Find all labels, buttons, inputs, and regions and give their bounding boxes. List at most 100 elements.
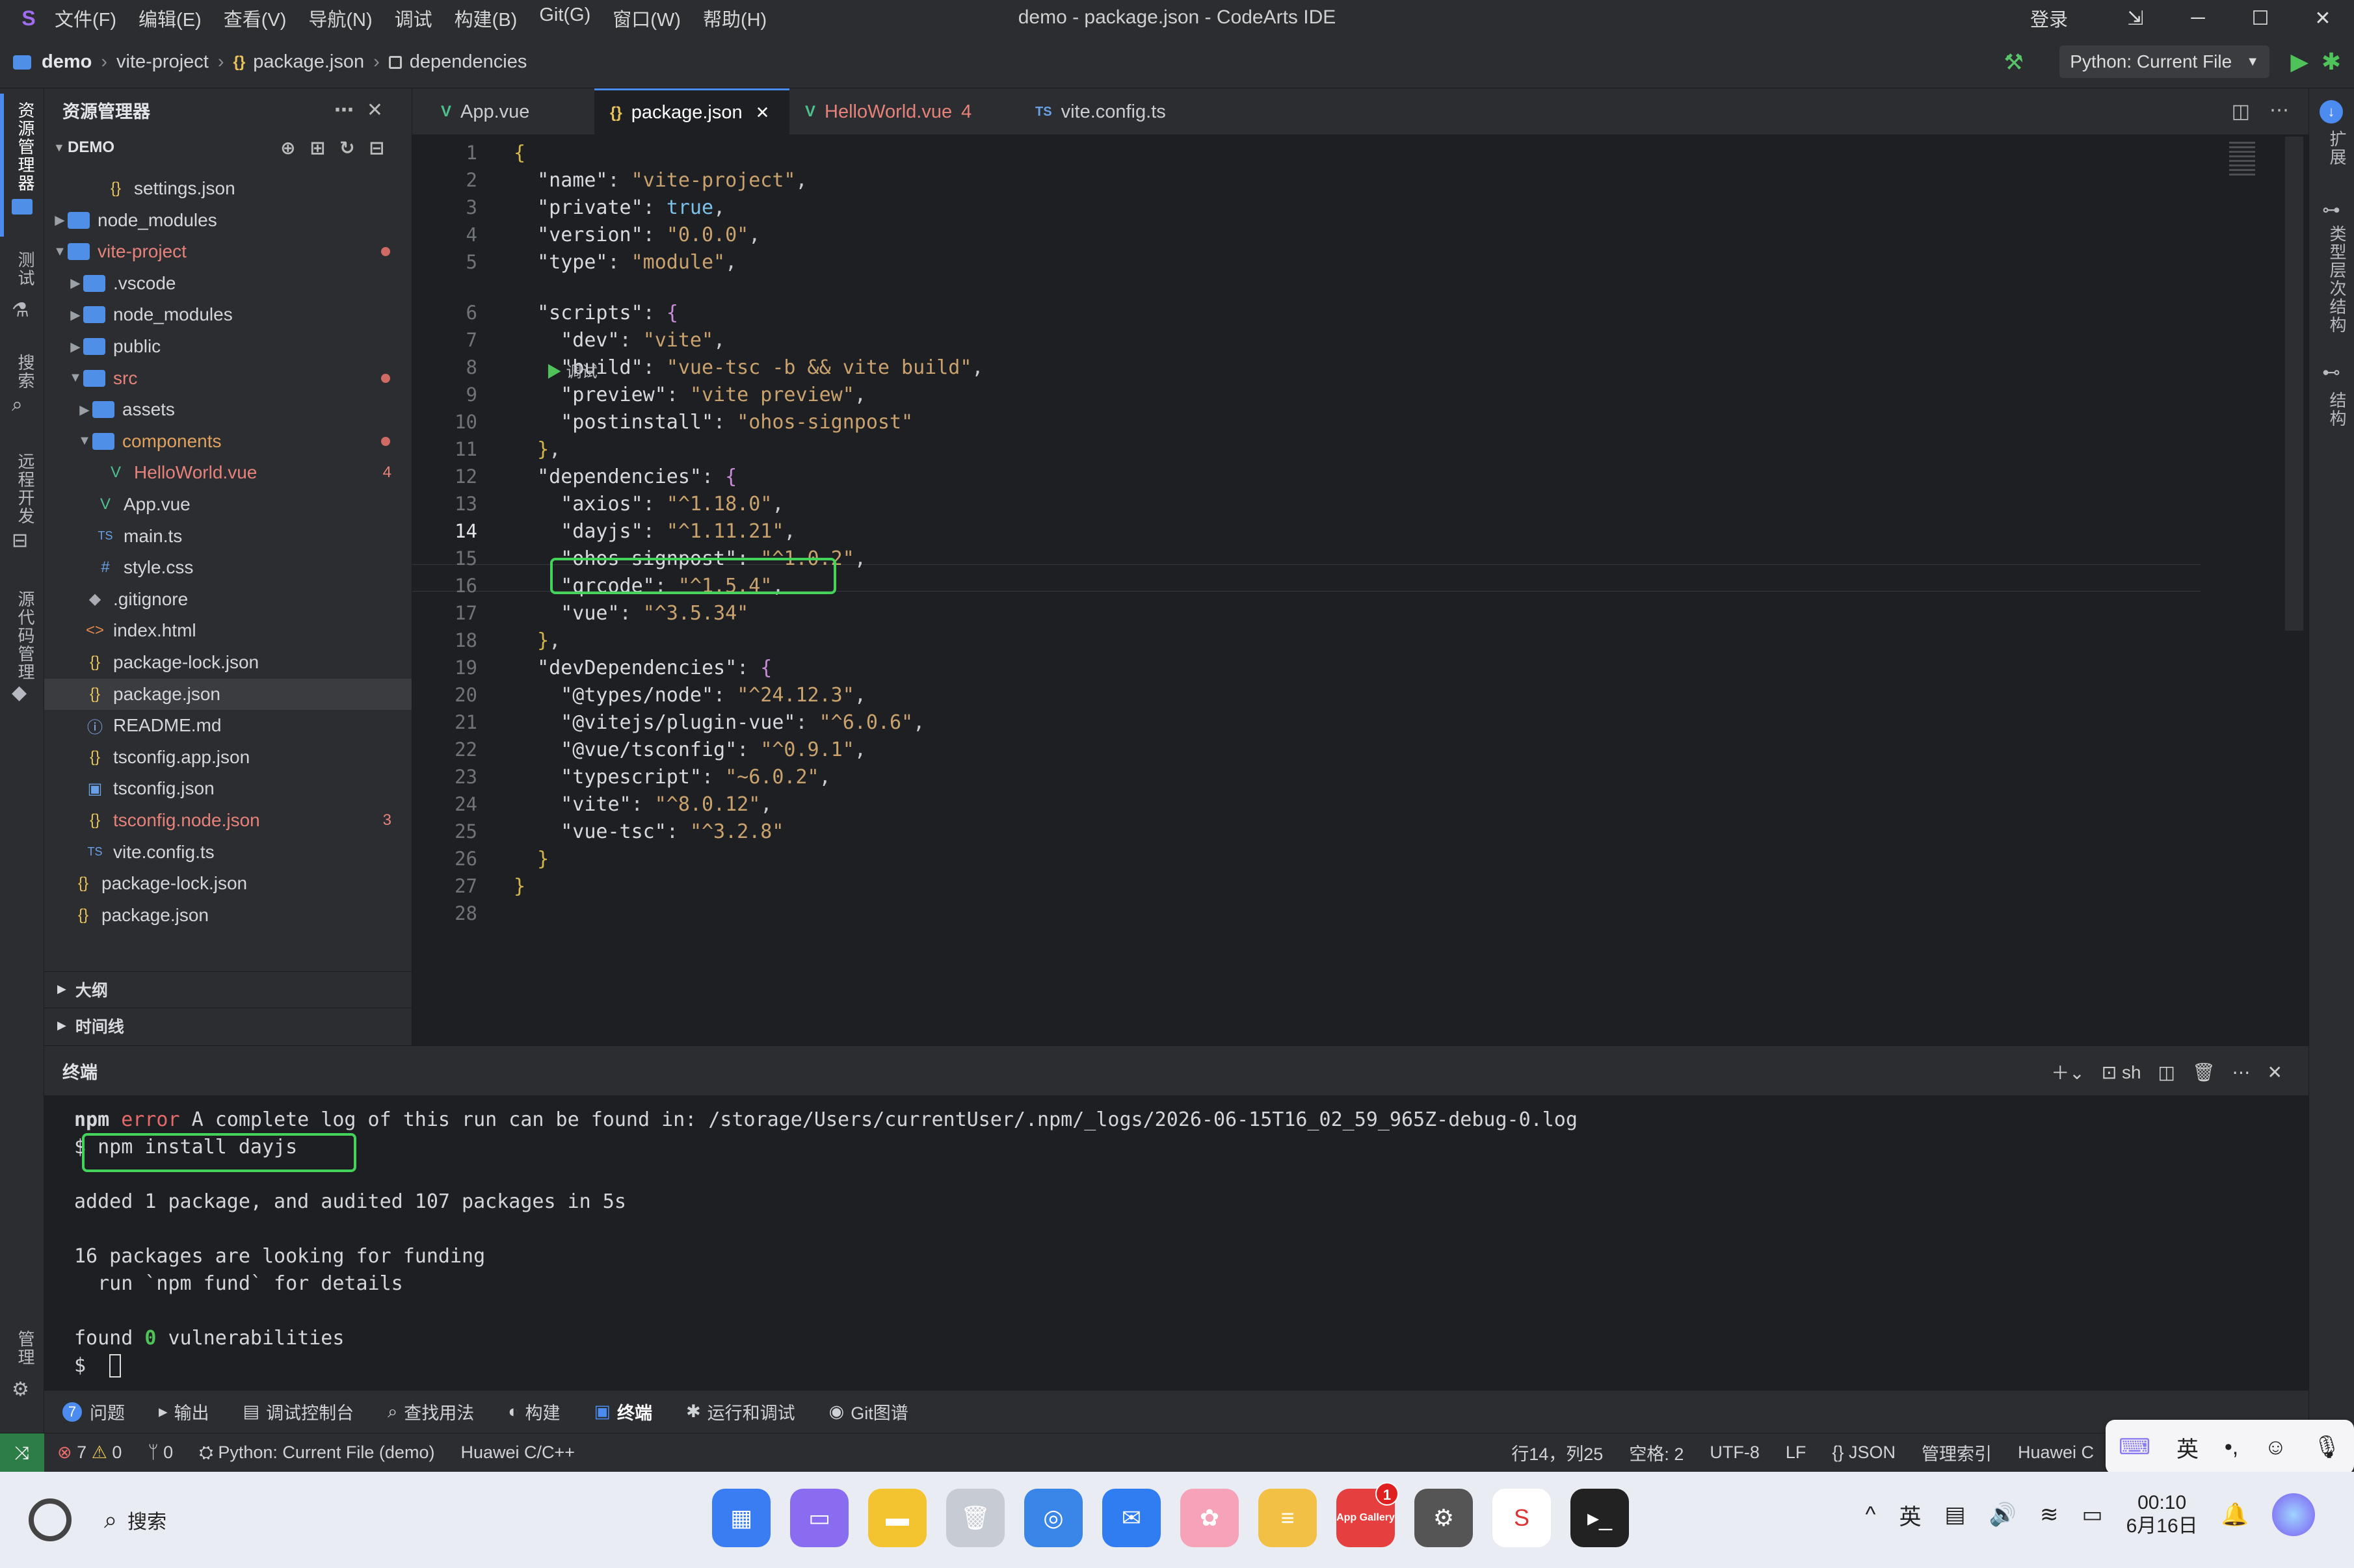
tree-item[interactable]: V HelloWorld.vue 4 xyxy=(44,457,412,488)
right-tab-extensions[interactable]: 扩展 xyxy=(2318,130,2349,166)
activity-remote[interactable]: 远程开发 xyxy=(7,452,38,525)
menu-file[interactable]: 文件(F) xyxy=(55,5,116,32)
activity-explorer[interactable]: 资源管理器 xyxy=(7,101,38,192)
close-panel-icon[interactable]: ✕ xyxy=(2268,1062,2282,1083)
tree-item[interactable]: ▼ vite-project xyxy=(44,236,412,267)
notes-icon[interactable]: ≡ xyxy=(1258,1489,1317,1547)
tab-vite-config[interactable]: TS vite.config.ts xyxy=(1020,88,1215,135)
explorer-actions[interactable]: ⊕⊞↻⊟ xyxy=(280,137,399,159)
menu-help[interactable]: 帮助(H) xyxy=(703,5,767,32)
tab-package-json[interactable]: {} package.json ✕ xyxy=(594,88,789,135)
punctuation-icon[interactable]: •, xyxy=(2225,1435,2238,1460)
panel-tab-git-graph[interactable]: ◉ Git图谱 xyxy=(829,1399,908,1424)
tree-item[interactable]: ◆ .gitignore xyxy=(44,584,412,615)
chevron-right-icon[interactable]: ▶ xyxy=(77,402,92,418)
emoji-icon[interactable]: ☺ xyxy=(2264,1435,2287,1460)
activity-scm[interactable]: 源代码管理 xyxy=(7,590,38,681)
menu-view[interactable]: 查看(V) xyxy=(224,5,287,32)
gear-icon[interactable]: ⚙ xyxy=(12,1378,29,1401)
indentation[interactable]: 空格: 2 xyxy=(1629,1440,1684,1465)
app-launcher-icon[interactable]: ▦ xyxy=(712,1489,771,1547)
activity-search[interactable]: 搜索 xyxy=(7,354,38,390)
tree-item[interactable]: {} package-lock.json xyxy=(44,868,412,899)
code-editor[interactable]: 1 {2 "name": "vite-project", 3 "private": … xyxy=(412,137,2308,995)
tree-item[interactable]: ▶ .vscode xyxy=(44,268,412,299)
run-config-status[interactable]: ⛭ Python: Current File (demo) xyxy=(199,1443,434,1463)
language-server-status[interactable]: Huawei C/C++ xyxy=(460,1443,575,1463)
breadcrumb-folder[interactable]: vite-project xyxy=(116,51,209,73)
split-editor-icon[interactable]: ◫ xyxy=(2232,100,2250,123)
taskbar-search[interactable]: 搜索 xyxy=(127,1506,166,1534)
terminal-app-icon[interactable]: ▸_ xyxy=(1570,1489,1629,1547)
debug-codelens[interactable]: ▶ 调试 xyxy=(546,359,598,382)
tab-app-vue[interactable]: V App.vue xyxy=(425,88,594,135)
ime-language-toggle[interactable]: 英 xyxy=(2176,1431,2199,1463)
line-ending[interactable]: LF xyxy=(1786,1443,1806,1463)
login-button[interactable]: 登录 xyxy=(2030,5,2068,32)
trash-icon[interactable]: 🗑 xyxy=(2192,1062,2215,1083)
app-gallery-icon[interactable]: App Gallery 1 xyxy=(1336,1482,1399,1547)
tree-item[interactable]: ▼ components xyxy=(44,426,412,457)
menu-navigate[interactable]: 导航(N) xyxy=(308,5,372,32)
language-status-right[interactable]: Huawei C xyxy=(2018,1443,2094,1463)
right-tab-type-hierarchy[interactable]: 类型层次结构 xyxy=(2318,225,2349,334)
panel-tab-output[interactable]: ▸ 输出 xyxy=(159,1399,209,1424)
chevron-right-icon[interactable]: ▶ xyxy=(68,275,83,291)
multitask-icon[interactable]: ▭ xyxy=(790,1489,849,1547)
close-window-button[interactable]: ✕ xyxy=(2292,7,2354,30)
encoding[interactable]: UTF-8 xyxy=(1710,1443,1760,1463)
panel-tab-terminal[interactable]: ▣ 终端 xyxy=(594,1399,653,1424)
timeline-section[interactable]: ▶ 时间线 xyxy=(44,1008,412,1043)
tree-item[interactable]: ▶ public xyxy=(44,331,412,362)
assistant-icon[interactable] xyxy=(2272,1493,2315,1536)
start-button[interactable] xyxy=(29,1498,72,1541)
language-mode[interactable]: {} JSON xyxy=(1832,1443,1896,1463)
trash-icon[interactable]: 🗑 xyxy=(946,1489,1005,1547)
clock[interactable]: 00:10 6月16日 xyxy=(2126,1491,2198,1538)
index-manager[interactable]: 管理索引 xyxy=(1922,1440,1992,1465)
breadcrumb-project[interactable]: demo xyxy=(42,51,92,73)
tree-item[interactable]: TS vite.config.ts xyxy=(44,837,412,868)
menu-build[interactable]: 构建(B) xyxy=(455,5,518,32)
new-terminal-icon[interactable]: ＋⌄ xyxy=(2051,1059,2084,1085)
run-config-select[interactable]: Python: Current File ▼ xyxy=(2059,46,2269,78)
extensions-icon[interactable]: ↓ xyxy=(2320,100,2343,124)
breadcrumb-symbol[interactable]: dependencies xyxy=(410,51,527,73)
panel-tab-run-debug[interactable]: ✱ 运行和调试 xyxy=(686,1399,795,1424)
terminal-shell-select[interactable]: ⊡ sh xyxy=(2102,1062,2141,1083)
outline-section[interactable]: ▶ 大纲 xyxy=(44,971,412,1006)
chevron-right-icon[interactable]: ▶ xyxy=(52,212,68,228)
menu-debug[interactable]: 调试 xyxy=(395,5,432,32)
tree-item[interactable]: {} package.json xyxy=(44,678,412,710)
activity-test[interactable]: 测试 xyxy=(7,251,38,287)
keyboard-icon[interactable]: ⌨ xyxy=(2119,1434,2150,1460)
tree-item[interactable]: ▶ assets xyxy=(44,394,412,425)
hammer-icon[interactable]: ⚒ xyxy=(2004,49,2024,75)
menu-window[interactable]: 窗口(W) xyxy=(613,5,681,32)
debug-icon[interactable]: ✱ xyxy=(2321,48,2341,75)
files-icon[interactable]: ▬ xyxy=(868,1489,927,1547)
battery-icon[interactable]: ▭ xyxy=(2082,1502,2102,1528)
chevron-right-icon[interactable]: ▶ xyxy=(68,307,83,323)
tree-item[interactable]: ▶ node_modules xyxy=(44,299,412,330)
panel-tab-build[interactable]: ◐ 构建 xyxy=(508,1399,560,1424)
tree-item[interactable]: <> index.html xyxy=(44,615,412,646)
chevron-down-icon[interactable]: ▼ xyxy=(52,244,68,259)
remote-indicator-icon[interactable]: ⤨ xyxy=(0,1433,44,1472)
minimize-button[interactable]: ─ xyxy=(2167,7,2229,29)
tree-item[interactable]: # style.css xyxy=(44,552,412,583)
close-tab-icon[interactable]: ✕ xyxy=(756,103,770,123)
problems-status[interactable]: ⊗ 7 ⚠ 0 xyxy=(57,1443,122,1463)
tree-item[interactable]: TS main.ts xyxy=(44,521,412,552)
tree-item[interactable]: ▣ tsconfig.json xyxy=(44,773,412,804)
tab-helloworld-vue[interactable]: V HelloWorld.vue 4 xyxy=(789,88,1011,135)
chevron-down-icon[interactable]: ▼ xyxy=(68,371,83,385)
tree-item[interactable]: ⓘ README.md xyxy=(44,710,412,741)
minimap[interactable] xyxy=(2229,142,2255,177)
ports-status[interactable]: ᛘ 0 xyxy=(148,1443,173,1463)
tree-item[interactable]: V App.vue xyxy=(44,489,412,520)
tree-item[interactable]: {} tsconfig.app.json xyxy=(44,742,412,773)
panel-tab-problems[interactable]: 7 问题 xyxy=(62,1399,125,1424)
tree-item[interactable]: {} package.json xyxy=(44,900,412,931)
chevron-right-icon[interactable]: ▶ xyxy=(68,339,83,355)
